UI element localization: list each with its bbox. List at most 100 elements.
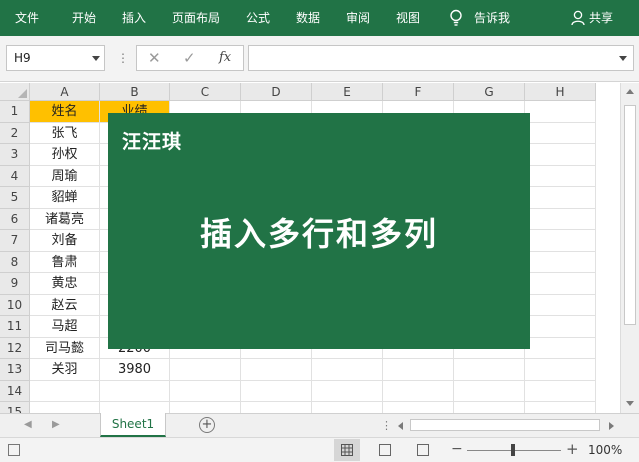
cell-f14[interactable]: [383, 380, 454, 402]
horizontal-scroll-thumb[interactable]: [410, 419, 600, 431]
cell-d13[interactable]: [241, 359, 312, 381]
cell-a5[interactable]: 貂蝉: [30, 187, 100, 209]
cell-h14[interactable]: [525, 380, 596, 402]
cell-a14[interactable]: [30, 380, 100, 402]
tell-me-box[interactable]: 告诉我: [474, 10, 510, 26]
tab-review[interactable]: 审阅: [346, 10, 370, 26]
column-header-f[interactable]: F: [383, 83, 454, 101]
cell-h10[interactable]: [525, 294, 596, 316]
scroll-right-icon[interactable]: [609, 422, 614, 430]
row-header-15[interactable]: 15: [0, 402, 30, 413]
cell-a7[interactable]: 刘备: [30, 230, 100, 252]
row-header-1[interactable]: 1: [0, 101, 30, 123]
expand-chevron-icon[interactable]: [619, 56, 627, 61]
column-header-b[interactable]: B: [100, 83, 170, 101]
tab-view[interactable]: 视图: [396, 10, 420, 26]
add-sheet-button[interactable]: +: [199, 417, 215, 433]
row-header-9[interactable]: 9: [0, 273, 30, 295]
person-icon[interactable]: [571, 10, 585, 26]
row-header-10[interactable]: 10: [0, 294, 30, 316]
next-sheet-icon[interactable]: ▶: [52, 419, 60, 430]
cell-d15[interactable]: [241, 402, 312, 413]
cell-c13[interactable]: [170, 359, 241, 381]
tab-data[interactable]: 数据: [296, 10, 320, 26]
row-header-5[interactable]: 5: [0, 187, 30, 209]
select-all-corner[interactable]: [0, 83, 30, 101]
column-header-g[interactable]: G: [454, 83, 525, 101]
share-button[interactable]: 共享: [589, 10, 613, 26]
zoom-level[interactable]: 100%: [588, 443, 622, 457]
sheet-tab-sheet1[interactable]: Sheet1: [100, 413, 166, 437]
cell-h5[interactable]: [525, 187, 596, 209]
cell-h13[interactable]: [525, 359, 596, 381]
cell-a6[interactable]: 诸葛亮: [30, 208, 100, 230]
tab-formulas[interactable]: 公式: [246, 10, 270, 26]
zoom-slider-knob[interactable]: [511, 444, 515, 456]
cell-h1[interactable]: [525, 101, 596, 123]
row-header-14[interactable]: 14: [0, 380, 30, 402]
cell-a2[interactable]: 张飞: [30, 122, 100, 144]
cell-b15[interactable]: [100, 402, 170, 413]
check-icon[interactable]: ✓: [183, 49, 196, 67]
cell-g14[interactable]: [454, 380, 525, 402]
cell-f13[interactable]: [383, 359, 454, 381]
cell-a1[interactable]: 姓名: [30, 101, 100, 123]
cell-h9[interactable]: [525, 273, 596, 295]
cell-h11[interactable]: [525, 316, 596, 338]
cell-f15[interactable]: [383, 402, 454, 413]
row-header-8[interactable]: 8: [0, 251, 30, 273]
column-header-a[interactable]: A: [30, 83, 100, 101]
cell-a3[interactable]: 孙权: [30, 144, 100, 166]
scroll-down-icon[interactable]: [626, 401, 634, 406]
row-header-11[interactable]: 11: [0, 316, 30, 338]
cancel-icon[interactable]: ✕: [148, 49, 161, 67]
row-header-12[interactable]: 12: [0, 337, 30, 359]
cell-a11[interactable]: 马超: [30, 316, 100, 338]
lightbulb-icon[interactable]: [449, 9, 463, 27]
cell-h8[interactable]: [525, 251, 596, 273]
name-box[interactable]: H9: [6, 45, 105, 71]
column-header-h[interactable]: H: [525, 83, 596, 101]
vertical-scrollbar[interactable]: [620, 83, 639, 413]
tab-page-layout[interactable]: 页面布局: [172, 10, 220, 26]
row-header-6[interactable]: 6: [0, 208, 30, 230]
formula-input[interactable]: [248, 45, 634, 71]
macro-record-icon[interactable]: [8, 444, 20, 456]
page-break-view-button[interactable]: [410, 439, 436, 461]
cell-b14[interactable]: [100, 380, 170, 402]
cell-g13[interactable]: [454, 359, 525, 381]
page-layout-view-button[interactable]: [372, 439, 398, 461]
row-header-2[interactable]: 2: [0, 122, 30, 144]
cell-e14[interactable]: [312, 380, 383, 402]
row-header-3[interactable]: 3: [0, 144, 30, 166]
cell-h12[interactable]: [525, 337, 596, 359]
normal-view-button[interactable]: [334, 439, 360, 461]
row-header-4[interactable]: 4: [0, 165, 30, 187]
cell-h7[interactable]: [525, 230, 596, 252]
tab-file[interactable]: 文件: [15, 10, 39, 26]
cell-h15[interactable]: [525, 402, 596, 413]
tab-home[interactable]: 开始: [72, 10, 96, 26]
drag-handle-icon[interactable]: ⋮: [117, 48, 129, 68]
tab-split-handle-icon[interactable]: ⋮: [381, 419, 392, 432]
cell-a10[interactable]: 赵云: [30, 294, 100, 316]
prev-sheet-icon[interactable]: ◀: [24, 419, 32, 430]
row-header-7[interactable]: 7: [0, 230, 30, 252]
insert-function-icon[interactable]: fx: [219, 50, 231, 65]
vertical-scroll-thumb[interactable]: [624, 105, 636, 325]
cell-a8[interactable]: 鲁肃: [30, 251, 100, 273]
cell-b13[interactable]: 3980: [100, 359, 170, 381]
cell-d14[interactable]: [241, 380, 312, 402]
chevron-down-icon[interactable]: [92, 56, 100, 61]
scroll-up-icon[interactable]: [626, 89, 634, 94]
column-header-e[interactable]: E: [312, 83, 383, 101]
cell-g15[interactable]: [454, 402, 525, 413]
cell-h4[interactable]: [525, 165, 596, 187]
cell-h6[interactable]: [525, 208, 596, 230]
cell-a4[interactable]: 周瑜: [30, 165, 100, 187]
zoom-in-button[interactable]: +: [566, 440, 579, 458]
scroll-left-icon[interactable]: [398, 422, 403, 430]
cell-a13[interactable]: 关羽: [30, 359, 100, 381]
cell-h3[interactable]: [525, 144, 596, 166]
cell-a12[interactable]: 司马懿: [30, 337, 100, 359]
